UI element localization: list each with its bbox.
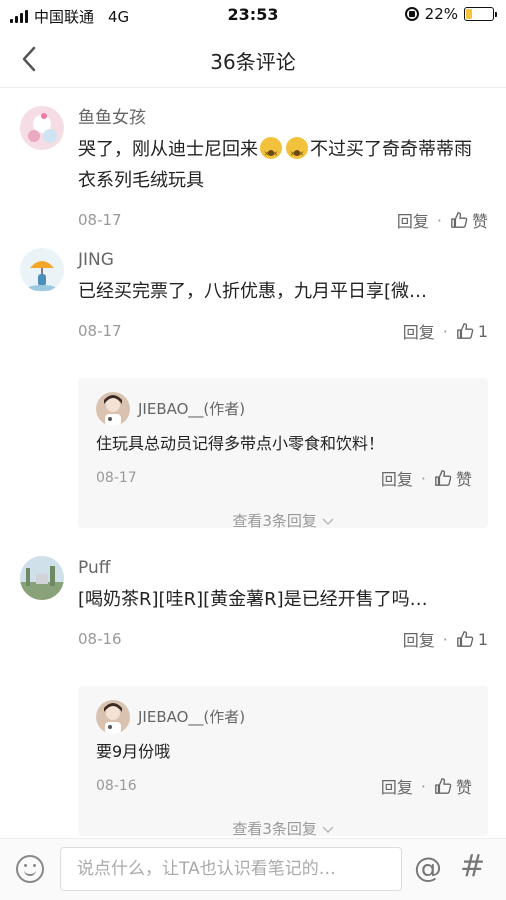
- comment-input[interactable]: 说点什么，让TA也认识看笔记的…: [60, 847, 402, 891]
- reply-thread: JIEBAO__(作者) 住玩具总动员记得多带点小零食和饮料！ 08-17 回复…: [78, 378, 488, 530]
- rotation-lock-icon: [404, 7, 419, 21]
- emoji-button[interactable]: [16, 855, 44, 883]
- view-more-replies[interactable]: 查看3条回复: [78, 490, 488, 545]
- thumb-up-icon: [435, 778, 452, 794]
- hashtag-button[interactable]: #: [460, 849, 485, 884]
- like-count: 1: [477, 629, 488, 649]
- reply-text: 要9月份哦: [96, 742, 171, 761]
- chevron-down-icon: [322, 826, 334, 834]
- reply-button[interactable]: 回复: [397, 208, 429, 232]
- reply-author[interactable]: JIEBAO__(作者): [138, 392, 472, 426]
- comment-text: [喝奶茶R][哇R][黄金薯R]是已经开售了吗…: [78, 589, 428, 610]
- like-count: 1: [477, 321, 488, 341]
- like-button[interactable]: 赞: [450, 208, 488, 232]
- view-more-replies[interactable]: 查看3条回复: [78, 798, 488, 838]
- status-bar: 中国联通 4G 23:53 22%: [0, 0, 506, 30]
- comment-date: 08-17: [78, 322, 122, 340]
- reply-button[interactable]: 回复: [403, 319, 435, 343]
- avatar[interactable]: [20, 556, 64, 600]
- dizzy-face-emoji-icon: [286, 137, 308, 170]
- comment-text: 已经买完票了，八折优惠，九月平日享[微…: [78, 281, 428, 302]
- battery-icon: [464, 7, 497, 21]
- comment-author[interactable]: JING: [78, 248, 488, 272]
- comment-text: 哭了，刚从迪士尼回来不过买了奇奇蒂蒂雨衣系列毛绒玩具: [78, 134, 488, 196]
- like-label: 赞: [455, 778, 472, 797]
- mention-button[interactable]: @: [414, 851, 442, 884]
- thumb-up-icon: [456, 323, 474, 339]
- like-label: 赞: [455, 470, 472, 489]
- like-button[interactable]: 1: [456, 630, 488, 649]
- avatar[interactable]: [96, 700, 130, 734]
- reply-author[interactable]: JIEBAO__(作者): [138, 700, 472, 734]
- thumb-up-icon: [451, 212, 468, 228]
- chevron-down-icon: [322, 518, 334, 526]
- comment-author[interactable]: Puff: [78, 556, 488, 580]
- like-button[interactable]: 赞: [434, 466, 472, 490]
- comment-date: 08-17: [78, 211, 122, 229]
- avatar[interactable]: [20, 248, 64, 292]
- reply-date: 08-16: [96, 778, 137, 794]
- comment-list[interactable]: 鱼鱼女孩 哭了，刚从迪士尼回来不过买了奇奇蒂蒂雨衣系列毛绒玩具 08-17 回复…: [0, 88, 506, 838]
- page-title: 36条评论: [210, 50, 296, 74]
- comment-input-bar: 说点什么，让TA也认识看笔记的… @ #: [0, 838, 506, 900]
- like-button[interactable]: 1: [456, 322, 488, 341]
- thumb-up-icon: [456, 631, 474, 647]
- reply-button[interactable]: 回复: [381, 466, 413, 490]
- battery-percent: 22%: [424, 5, 458, 23]
- thumb-up-icon: [435, 470, 452, 486]
- like-button[interactable]: 赞: [434, 774, 472, 798]
- like-label: 赞: [471, 212, 488, 231]
- reply-date: 08-17: [96, 470, 137, 486]
- avatar[interactable]: [20, 106, 64, 150]
- nav-bar: 36条评论: [0, 30, 506, 88]
- author-reply: JIEBAO__(作者) 要9月份哦 08-16 回复 · 赞: [78, 686, 488, 798]
- author-reply: JIEBAO__(作者) 住玩具总动员记得多带点小零食和饮料！ 08-17 回复…: [78, 378, 488, 490]
- reply-button[interactable]: 回复: [381, 774, 413, 798]
- avatar[interactable]: [96, 392, 130, 426]
- dizzy-face-emoji-icon: [260, 137, 282, 170]
- reply-text: 住玩具总动员记得多带点小零食和饮料！: [96, 434, 385, 453]
- reply-thread: JIEBAO__(作者) 要9月份哦 08-16 回复 · 赞 查看3条回复: [78, 686, 488, 838]
- comment-author[interactable]: 鱼鱼女孩: [78, 106, 488, 130]
- comment-date: 08-16: [78, 630, 122, 648]
- reply-button[interactable]: 回复: [403, 627, 435, 651]
